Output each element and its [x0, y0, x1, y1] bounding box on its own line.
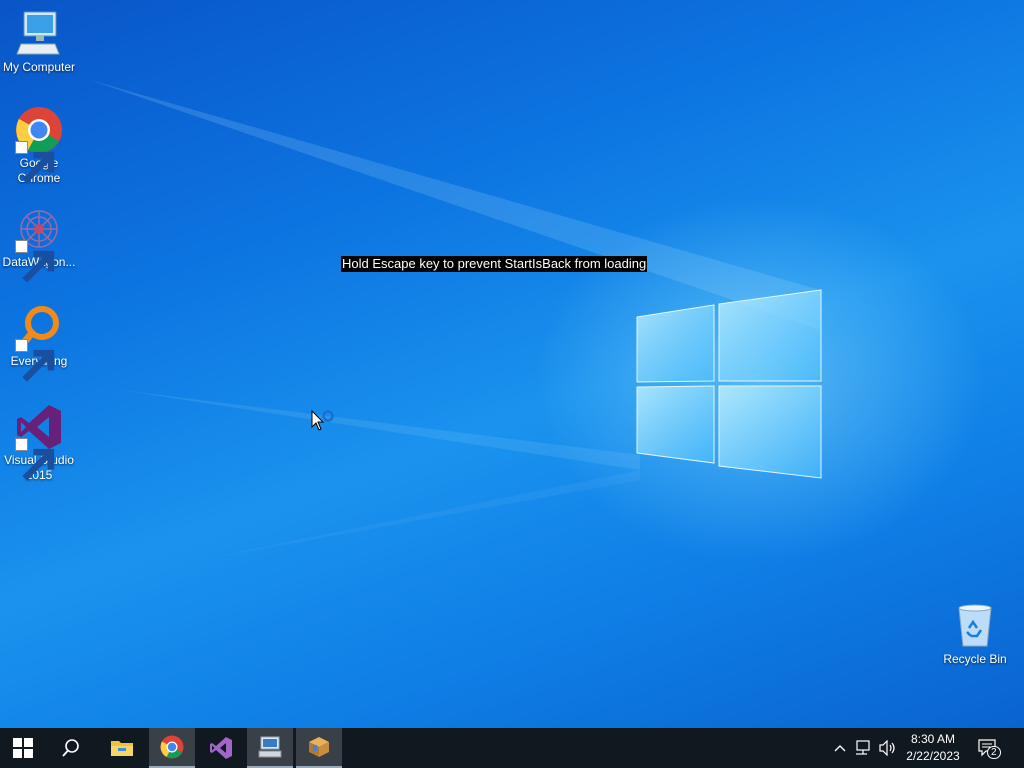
startisback-loading-message: Hold Escape key to prevent StartIsBack f…	[341, 256, 648, 272]
clock-time: 8:30 AM	[910, 732, 956, 746]
taskbar-visual-studio[interactable]	[198, 728, 244, 768]
taskbar-clock[interactable]: 8:30 AM 2/22/2023	[900, 731, 966, 765]
shortcut-arrow-icon	[15, 240, 55, 283]
shortcut-arrow-icon	[15, 438, 55, 481]
search-icon	[62, 739, 79, 757]
volume-tray-button[interactable]	[878, 738, 898, 758]
desktop-icon-recycle-bin[interactable]: Recycle Bin	[936, 602, 1014, 667]
clock-date: 2/22/2023	[906, 749, 960, 763]
wallpaper-windows-logo	[636, 289, 822, 479]
network-tray-button[interactable]	[854, 738, 874, 758]
show-hidden-icons-button[interactable]	[830, 738, 850, 758]
desktop-icon-my-computer[interactable]: My Computer	[0, 10, 78, 75]
network-icon	[856, 740, 870, 755]
visual-studio-icon	[210, 737, 232, 759]
folder-icon	[111, 741, 133, 756]
taskbar-remote-desktop[interactable]	[247, 728, 293, 768]
desktop[interactable]: My Computer Google Chrome DataWagon... E…	[0, 0, 1024, 728]
taskbar-package-app[interactable]	[296, 728, 342, 768]
taskbar-chrome[interactable]	[149, 728, 195, 768]
start-button[interactable]	[0, 728, 46, 768]
chrome-icon	[160, 735, 184, 759]
package-icon	[309, 737, 329, 757]
desktop-icon-google-chrome[interactable]: Google Chrome	[0, 106, 78, 186]
desktop-icon-label: Recycle Bin	[943, 652, 1007, 666]
desktop-icon-visual-studio-2015[interactable]: Visual Studio 2015	[0, 403, 78, 483]
notification-count-badge: 2	[987, 746, 1001, 759]
search-button[interactable]	[48, 728, 94, 768]
desktop-icon-label: My Computer	[2, 60, 76, 74]
busy-cursor-icon	[311, 409, 337, 437]
desktop-icon-everything[interactable]: Everything	[0, 304, 78, 382]
windows-logo-icon	[13, 738, 33, 758]
desktop-icon-datawagon[interactable]: DataWagon...	[0, 205, 78, 283]
wallpaper-light-beams	[90, 80, 820, 560]
computer-icon	[16, 11, 60, 55]
shortcut-arrow-icon	[15, 339, 55, 382]
taskbar-file-explorer[interactable]	[99, 728, 145, 768]
remote-desktop-icon	[258, 736, 282, 758]
shortcut-arrow-icon	[15, 141, 55, 184]
taskbar: 8:30 AM 2/22/2023 2	[0, 728, 1024, 768]
speaker-icon	[879, 740, 895, 756]
chevron-up-icon	[834, 745, 846, 752]
recycle-bin-icon	[958, 604, 992, 647]
action-center-button[interactable]: 2	[976, 738, 1001, 759]
